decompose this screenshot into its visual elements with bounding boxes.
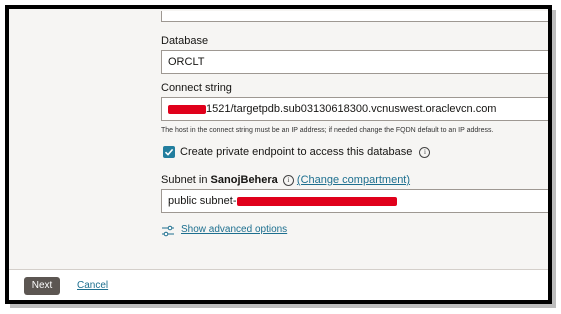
subnet-label: Subnet in SanojBehera i (Change compartm… — [161, 174, 410, 186]
connect-string-field[interactable]: 1521/targetpdb.sub03130618300.vcnuswest.… — [161, 97, 548, 121]
frame-shadow-bottom — [10, 304, 556, 308]
change-compartment-link[interactable]: (Change compartment) — [297, 174, 410, 186]
private-endpoint-checkbox[interactable] — [163, 146, 175, 158]
settings-sliders-icon — [162, 225, 174, 237]
connect-string-label: Connect string — [161, 82, 232, 94]
subnet-label-prefix: Subnet in — [161, 174, 208, 186]
redaction-mark — [168, 104, 206, 114]
subnet-info-icon[interactable]: i — [282, 174, 294, 186]
info-icon[interactable]: i — [419, 146, 431, 158]
connect-string-value: 1521/targetpdb.sub03130618300.vcnuswest.… — [206, 103, 497, 115]
subnet-select[interactable]: public subnet- — [161, 189, 548, 213]
database-field[interactable]: ORCLT — [161, 50, 548, 74]
connect-string-help: The host in the connect string must be a… — [161, 127, 494, 134]
frame-shadow-right — [552, 10, 556, 307]
database-label: Database — [161, 35, 209, 47]
private-endpoint-text: Create private endpoint to access this d… — [180, 146, 413, 158]
subnet-compartment: SanojBehera — [210, 174, 278, 186]
database-value: ORCLT — [168, 56, 205, 68]
next-button[interactable]: Next — [24, 277, 60, 295]
show-advanced-options-link[interactable]: Show advanced options — [181, 224, 287, 235]
previous-field-bottom — [161, 11, 548, 22]
cancel-button[interactable]: Cancel — [77, 280, 108, 291]
redaction-mark — [236, 196, 397, 206]
subnet-value: public subnet- — [168, 195, 237, 207]
check-icon — [164, 148, 174, 156]
dialog-frame: Database ORCLT Connect string 1521/targe… — [5, 5, 552, 304]
private-endpoint-label: Create private endpoint to access this d… — [180, 146, 431, 158]
